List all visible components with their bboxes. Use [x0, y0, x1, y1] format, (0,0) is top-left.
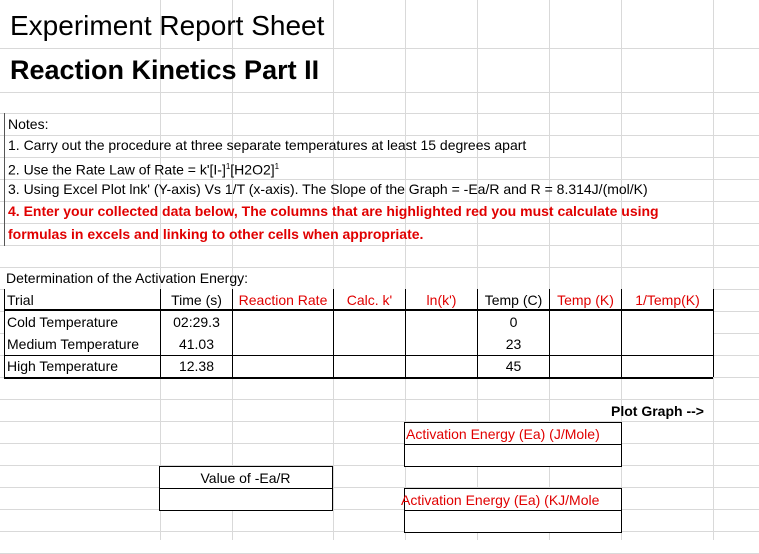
note-2-text: 2. Use the Rate Law of Rate = k'[I-]	[8, 161, 226, 178]
table-cell[interactable]	[406, 355, 478, 377]
table-cell[interactable]	[550, 333, 622, 355]
ea-kj-input[interactable]	[405, 511, 620, 531]
ea-kj-label: Activation Energy (Ea) (KJ/Mole	[401, 492, 600, 508]
table-header-cell: Time (s)	[161, 289, 233, 311]
row-gridline	[0, 48, 759, 49]
table-cell[interactable]	[334, 355, 406, 377]
table-header-cell: 1/Temp(K)	[622, 289, 714, 311]
table-cell[interactable]: 41.03	[161, 333, 233, 355]
table-header-cell: Trial	[5, 289, 161, 311]
table-cell[interactable]	[233, 355, 334, 377]
table-header-cell: Calc. k'	[334, 289, 406, 311]
note-1: 1. Carry out the procedure at three sepa…	[8, 137, 527, 153]
ea-j-label: Activation Energy (Ea) (J/Mole)	[406, 426, 600, 442]
table-caption: Determination of the Activation Energy:	[6, 270, 249, 286]
row-gridline	[0, 487, 759, 488]
table-cell[interactable]	[233, 311, 334, 333]
report-title: Experiment Report Sheet	[10, 10, 325, 41]
table-cell[interactable]: 02:29.3	[161, 311, 233, 333]
slope-label: Value of -Ea/R	[200, 470, 291, 486]
table-cell[interactable]	[550, 311, 622, 333]
note-3: 3. Using Excel Plot lnk' (Y-axis) Vs 1/T…	[8, 181, 648, 197]
row-gridline	[0, 92, 759, 93]
ea-j-input[interactable]	[405, 445, 620, 465]
row-gridline	[0, 113, 759, 114]
row-gridline	[0, 509, 759, 510]
table-cell[interactable]	[233, 333, 334, 355]
table-cell[interactable]	[406, 333, 478, 355]
table-cell[interactable]	[622, 333, 714, 355]
note-2: 2. Use the Rate Law of Rate = k'[I-] 1[H2…	[8, 156, 279, 181]
row-border	[5, 355, 713, 356]
row-border	[5, 377, 713, 378]
row-gridline	[0, 443, 759, 444]
column-gridline	[713, 0, 714, 540]
row-gridline	[0, 245, 759, 246]
table-cell[interactable]	[334, 333, 406, 355]
table-cell[interactable]: High Temperature	[5, 355, 161, 377]
table-cell[interactable]	[550, 355, 622, 377]
table-cell[interactable]	[622, 311, 714, 333]
table-cell[interactable]: Cold Temperature	[5, 311, 161, 333]
table-cell[interactable]: Medium Temperature	[5, 333, 161, 355]
table-cell[interactable]	[334, 311, 406, 333]
table-cell[interactable]	[622, 355, 714, 377]
slope-input[interactable]	[160, 489, 331, 509]
table-cell[interactable]: 23	[478, 333, 550, 355]
row-gridline	[0, 531, 759, 532]
note-4: 4. Enter your collected data below, The …	[8, 203, 659, 219]
column-gridline	[333, 0, 334, 540]
table-cell[interactable]	[406, 311, 478, 333]
table-cell[interactable]: 12.38	[161, 355, 233, 377]
table-header-cell: Reaction Rate	[233, 289, 334, 311]
activation-energy-table: Trial Time (s) Reaction Rate Calc. k' ln(k')…	[4, 289, 714, 379]
notes-left-border	[4, 113, 5, 246]
table-header-cell: Temp (K)	[550, 289, 622, 311]
report-subtitle: Reaction Kinetics Part II	[10, 55, 320, 85]
row-gridline	[0, 465, 759, 466]
plot-graph-label: Plot Graph -->	[611, 403, 704, 419]
notes-heading: Notes:	[8, 116, 49, 132]
table-cell[interactable]: 45	[478, 355, 550, 377]
note-2-h2o2: [H2O2]	[230, 161, 275, 178]
note-4-cont: formulas in excels and linking to other …	[8, 226, 424, 242]
table-header-cell: ln(k')	[406, 289, 478, 311]
exponent: 1	[274, 162, 280, 171]
table-header-cell: Temp (C)	[478, 289, 550, 311]
table-cell[interactable]: 0	[478, 311, 550, 333]
